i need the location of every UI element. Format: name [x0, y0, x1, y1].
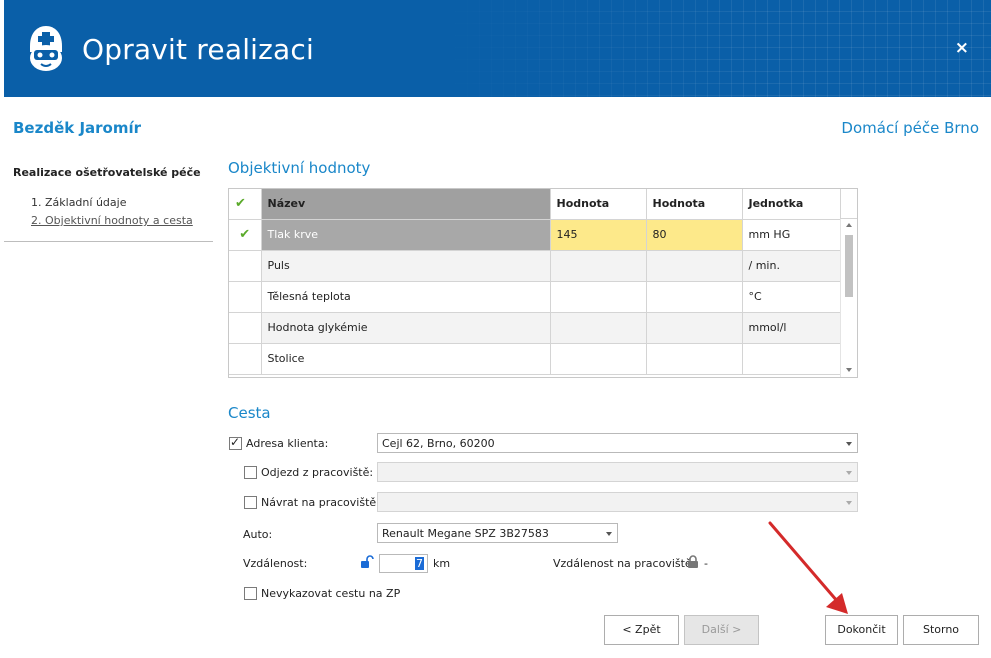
back-button[interactable]: < Zpět [604, 615, 679, 645]
car-combo[interactable]: Renault Megane SPZ 3B27583 [377, 523, 618, 543]
chevron-down-icon [606, 532, 612, 536]
objective-values-grid: ✔ Název Hodnota Hodnota Jednotka ✔ Tlak … [228, 188, 858, 378]
check-icon: ✔ [235, 196, 246, 212]
column-header-unit[interactable]: Jednotka [742, 189, 842, 220]
return-checkbox[interactable] [244, 496, 257, 509]
row-name-cell[interactable]: Stolice [261, 343, 551, 375]
row-check-cell[interactable] [229, 250, 262, 282]
chevron-down-icon [846, 471, 852, 475]
scrollbar-corner [840, 189, 857, 219]
row-name-cell[interactable]: Tlak krve [261, 219, 551, 251]
annotation-arrow-icon [768, 521, 848, 614]
workplace-distance-label: Vzdálenost na pracoviště: [553, 557, 696, 570]
scroll-down-icon[interactable] [846, 368, 852, 372]
organization-name: Domácí péče Brno [841, 119, 979, 137]
dialog-title: Opravit realizaci [82, 33, 314, 66]
column-header-value-2[interactable]: Hodnota [646, 189, 743, 220]
next-button[interactable]: Další > [684, 615, 759, 645]
row-unit-cell: mmol/l [742, 312, 842, 344]
check-icon: ✔ [239, 227, 251, 242]
row-unit-cell: °C [742, 281, 842, 313]
row-value2-cell[interactable] [646, 343, 743, 375]
dialog-header: Opravit realizaci × [4, 0, 991, 97]
table-header-row: ✔ Název Hodnota Hodnota Jednotka [229, 189, 842, 220]
lock-icon [688, 555, 698, 568]
client-address-combo[interactable]: Cejl 62, Brno, 60200 [377, 433, 858, 453]
header-pattern [431, 0, 991, 97]
row-name-cell[interactable]: Tělesná teplota [261, 281, 551, 313]
row-check-cell[interactable]: ✔ [229, 219, 262, 251]
car-value: Renault Megane SPZ 3B27583 [382, 527, 549, 540]
workplace-distance-value: - [704, 557, 708, 570]
chevron-down-icon [846, 501, 852, 505]
sidebar-item-basic-info[interactable]: 1. Základní údaje [31, 196, 126, 209]
row-value1-cell[interactable] [550, 343, 647, 375]
row-value1-cell[interactable] [550, 250, 647, 282]
table-row[interactable]: Stolice [229, 343, 842, 375]
row-value1-cell[interactable] [550, 281, 647, 313]
row-value2-cell[interactable]: 80 [646, 219, 743, 251]
table-row[interactable]: Hodnota glykémie mmol/l [229, 312, 842, 344]
row-name-cell[interactable]: Puls [261, 250, 551, 282]
scroll-up-icon[interactable] [846, 223, 852, 227]
departure-checkbox[interactable] [244, 466, 257, 479]
row-unit-cell: / min. [742, 250, 842, 282]
header-check-column[interactable]: ✔ [229, 189, 262, 220]
row-unit-cell [742, 343, 842, 375]
scroll-thumb[interactable] [845, 235, 853, 297]
table-row[interactable]: ✔ Tlak krve 145 80 mm HG [229, 219, 842, 251]
chevron-down-icon [846, 442, 852, 446]
departure-label: Odjezd z pracoviště: [261, 466, 374, 479]
distance-value: 7 [415, 557, 424, 570]
car-label: Auto: [243, 528, 273, 541]
row-value2-cell[interactable] [646, 250, 743, 282]
client-address-checkbox[interactable] [229, 435, 242, 450]
sidebar-divider [4, 241, 213, 242]
distance-input[interactable]: 7 [379, 554, 428, 573]
no-report-label: Nevykazovat cestu na ZP [261, 587, 401, 600]
objective-section-title: Objektivní hodnoty [228, 159, 371, 177]
table-row[interactable]: Puls / min. [229, 250, 842, 282]
row-check-cell[interactable] [229, 343, 262, 375]
row-value1-cell[interactable] [550, 312, 647, 344]
row-name-cell[interactable]: Hodnota glykémie [261, 312, 551, 344]
client-address-value: Cejl 62, Brno, 60200 [382, 437, 495, 450]
route-section-title: Cesta [228, 404, 271, 422]
sidebar-item-objective-values[interactable]: 2. Objektivní hodnoty a cesta [31, 214, 193, 227]
column-header-name[interactable]: Název [261, 189, 551, 220]
return-combo[interactable] [377, 492, 858, 512]
row-value1-cell[interactable]: 145 [550, 219, 647, 251]
column-header-value-1[interactable]: Hodnota [550, 189, 647, 220]
close-button[interactable]: × [955, 38, 969, 58]
no-report-checkbox[interactable] [244, 587, 257, 600]
cancel-button[interactable]: Storno [903, 615, 979, 645]
patient-name: Bezděk Jaromír [13, 119, 142, 137]
nurse-icon [30, 26, 62, 71]
distance-label: Vzdálenost: [243, 557, 308, 570]
return-label: Návrat na pracoviště: [261, 496, 380, 509]
row-check-cell[interactable] [229, 281, 262, 313]
departure-combo[interactable] [377, 462, 858, 482]
vertical-scrollbar[interactable] [840, 219, 857, 377]
distance-unit: km [433, 557, 451, 570]
row-unit-cell: mm HG [742, 219, 842, 251]
row-value2-cell[interactable] [646, 281, 743, 313]
row-check-cell[interactable] [229, 312, 262, 344]
row-value2-cell[interactable] [646, 312, 743, 344]
sidebar-title: Realizace ošetřovatelské péče [13, 166, 201, 179]
objective-values-table: ✔ Název Hodnota Hodnota Jednotka ✔ Tlak … [229, 189, 842, 375]
table-row[interactable]: Tělesná teplota °C [229, 281, 842, 313]
client-address-label: Adresa klienta: [246, 437, 329, 450]
unlock-icon[interactable] [360, 555, 374, 569]
